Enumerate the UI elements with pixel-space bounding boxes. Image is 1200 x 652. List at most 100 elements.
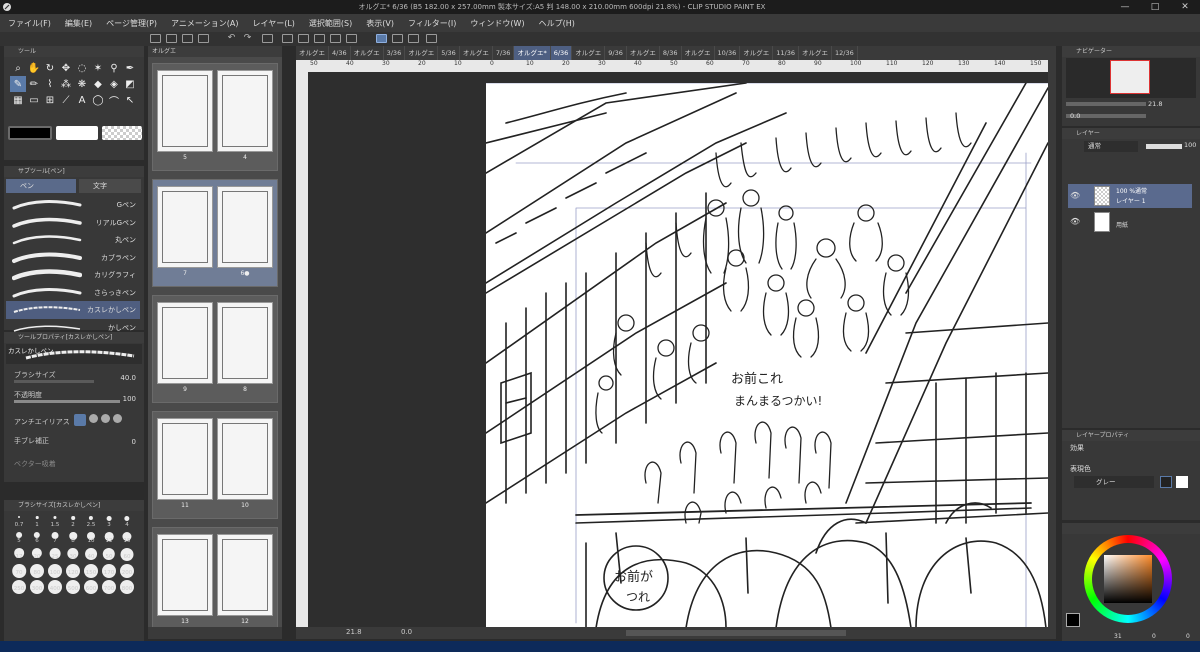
brush-item[interactable]: さらっきペン (6, 284, 140, 302)
eye-icon[interactable]: 👁 (1070, 217, 1080, 226)
snap-ruler-icon[interactable] (376, 34, 387, 43)
brush-size-preset[interactable]: 30 (64, 544, 82, 560)
document-tab[interactable]: オルグエ (572, 46, 606, 60)
document-tab[interactable]: オルグエ (460, 46, 493, 60)
brush-size-preset[interactable]: 120 (64, 560, 82, 578)
sub-color-toggle[interactable] (1176, 476, 1188, 488)
main-color-swatch[interactable] (8, 126, 52, 140)
document-tab[interactable]: オルグエ (682, 46, 715, 60)
menu-selection[interactable]: 選択範囲(S) (309, 18, 352, 29)
tab-pen[interactable]: ペン (6, 179, 76, 193)
fill-bucket-icon[interactable]: ◩ (122, 76, 138, 92)
document-tab[interactable]: 4/36 (329, 46, 351, 60)
decoration-icon[interactable]: ❋ (74, 76, 90, 92)
document-tab[interactable]: オルグエ (405, 46, 439, 60)
document-tab[interactable]: 11/36 (773, 46, 799, 60)
brush-item[interactable]: リアルGペン (6, 214, 140, 232)
brush-size-preset[interactable]: 20 (28, 544, 46, 560)
save-icon[interactable] (182, 34, 193, 43)
eye-icon[interactable]: 👁 (1070, 191, 1080, 200)
menu-filter[interactable]: フィルター(I) (408, 18, 456, 29)
page-thumbnail[interactable] (157, 70, 213, 152)
canvas-vertical-scrollbar[interactable] (1048, 60, 1056, 627)
shape-icon[interactable]: ▭ (26, 92, 42, 108)
menu-view[interactable]: 表示(V) (366, 18, 394, 29)
brush-size-preset[interactable]: 600 (82, 576, 100, 594)
page-thumbnail[interactable] (217, 302, 273, 384)
brush-size-preset[interactable]: 170 (100, 560, 118, 578)
brush-item[interactable]: カリグラフィ (6, 266, 140, 284)
page-thumbnail[interactable] (217, 70, 273, 152)
brush-size-preset[interactable]: 40 (82, 544, 100, 560)
settings-icon[interactable] (426, 34, 437, 43)
rotation-value[interactable]: 0.0 (401, 628, 412, 636)
brush-item-selected[interactable]: カスレかしペン (6, 301, 140, 319)
hand-icon[interactable]: ✋ (26, 60, 42, 76)
transform-icon[interactable] (314, 34, 325, 43)
brush-size-preset[interactable]: 5 (10, 528, 28, 544)
brush-size-preset[interactable]: 100 (46, 560, 64, 578)
document-tab[interactable]: オルグエ* (514, 46, 551, 60)
tab-text[interactable]: 文字 (79, 179, 141, 193)
page-spread[interactable]: 98 (152, 295, 278, 403)
navigator-zoom-slider[interactable] (1066, 102, 1146, 106)
brush-size-preset[interactable]: 12 (100, 528, 118, 544)
line-color-swatch[interactable] (1160, 476, 1172, 488)
brush-size-preset[interactable]: 25 (46, 544, 64, 560)
layer-opacity-slider[interactable] (1146, 144, 1182, 149)
brush-size-preset[interactable]: 0.7 (10, 512, 28, 528)
object-icon[interactable]: ↖ (122, 92, 138, 108)
page-spread[interactable]: 54 (152, 63, 278, 171)
lasso-icon[interactable]: ◌ (74, 60, 90, 76)
document-tab[interactable]: 3/36 (384, 46, 406, 60)
frame-icon[interactable]: ⊞ (42, 92, 58, 108)
page-spread[interactable]: 11 10 (152, 411, 278, 519)
pencil-icon[interactable]: ✏ (26, 76, 42, 92)
airbrush-icon[interactable]: ⁂ (58, 76, 74, 92)
drawing-paper[interactable]: お前これ まんまるつかい! お前が つれ (486, 83, 1048, 627)
brush-size-preset[interactable]: 4 (118, 512, 136, 528)
page-thumbnail[interactable] (217, 534, 273, 616)
document-tab[interactable]: 8/36 (660, 46, 682, 60)
saturation-square[interactable] (1104, 555, 1152, 603)
undo-icon[interactable]: ↶ (226, 34, 237, 43)
brush-size-preset[interactable]: 60 (118, 544, 136, 561)
page-spread[interactable]: 7 6● (152, 179, 278, 287)
document-tab[interactable]: オルグエ (740, 46, 774, 60)
brush-size-preset[interactable]: 15 (118, 528, 136, 544)
menu-page[interactable]: ページ管理(P) (106, 18, 157, 29)
brush-size-preset[interactable]: 300 (28, 576, 46, 594)
canvas-area[interactable]: お前これ まんまるつかい! お前が つれ (308, 72, 1048, 627)
sub-color-swatch[interactable] (56, 126, 98, 140)
transparent-color-swatch[interactable] (102, 126, 142, 140)
brush-size-preset[interactable]: 10 (82, 528, 100, 544)
open-file-icon[interactable] (166, 34, 177, 43)
brush-size-preset[interactable]: 17 (10, 544, 28, 560)
balloon-icon[interactable]: ◯ (90, 92, 106, 108)
pen-icon[interactable]: ✒ (122, 60, 138, 76)
page-thumbnail[interactable] (217, 186, 273, 268)
minimize-button[interactable]: — (1110, 2, 1140, 12)
maximize-button[interactable]: □ (1140, 2, 1170, 12)
ruler-icon[interactable]: ⟋ (58, 92, 74, 108)
document-tab[interactable]: オルグエ (627, 46, 660, 60)
zoom-value[interactable]: 21.8 (346, 628, 362, 636)
document-tab[interactable]: 6/36 (550, 46, 573, 60)
deselect-icon[interactable] (262, 34, 273, 43)
menu-file[interactable]: ファイル(F) (8, 18, 51, 29)
brush-size-preset[interactable]: 50 (100, 544, 118, 561)
brush-size-preset[interactable]: 1.5 (46, 512, 64, 528)
document-tab[interactable]: 5/36 (438, 46, 460, 60)
brush-item[interactable]: カブラペン (6, 249, 140, 267)
zoom-icon[interactable]: ⌕ (10, 60, 26, 76)
color-wheel[interactable] (1084, 535, 1172, 623)
brush-size-preset[interactable]: 400 (46, 576, 64, 594)
brush-size-preset[interactable]: 8 (64, 528, 82, 544)
page-thumbnail[interactable] (157, 418, 213, 500)
page-thumbnail[interactable] (157, 302, 213, 384)
brush-item[interactable]: Gペン (6, 196, 140, 214)
page-spread[interactable]: 13 12 (152, 527, 278, 635)
brush-size-preset[interactable]: 7 (46, 528, 64, 544)
snap-off-icon[interactable] (330, 34, 341, 43)
brush-size-preset[interactable]: 80 (28, 560, 46, 578)
